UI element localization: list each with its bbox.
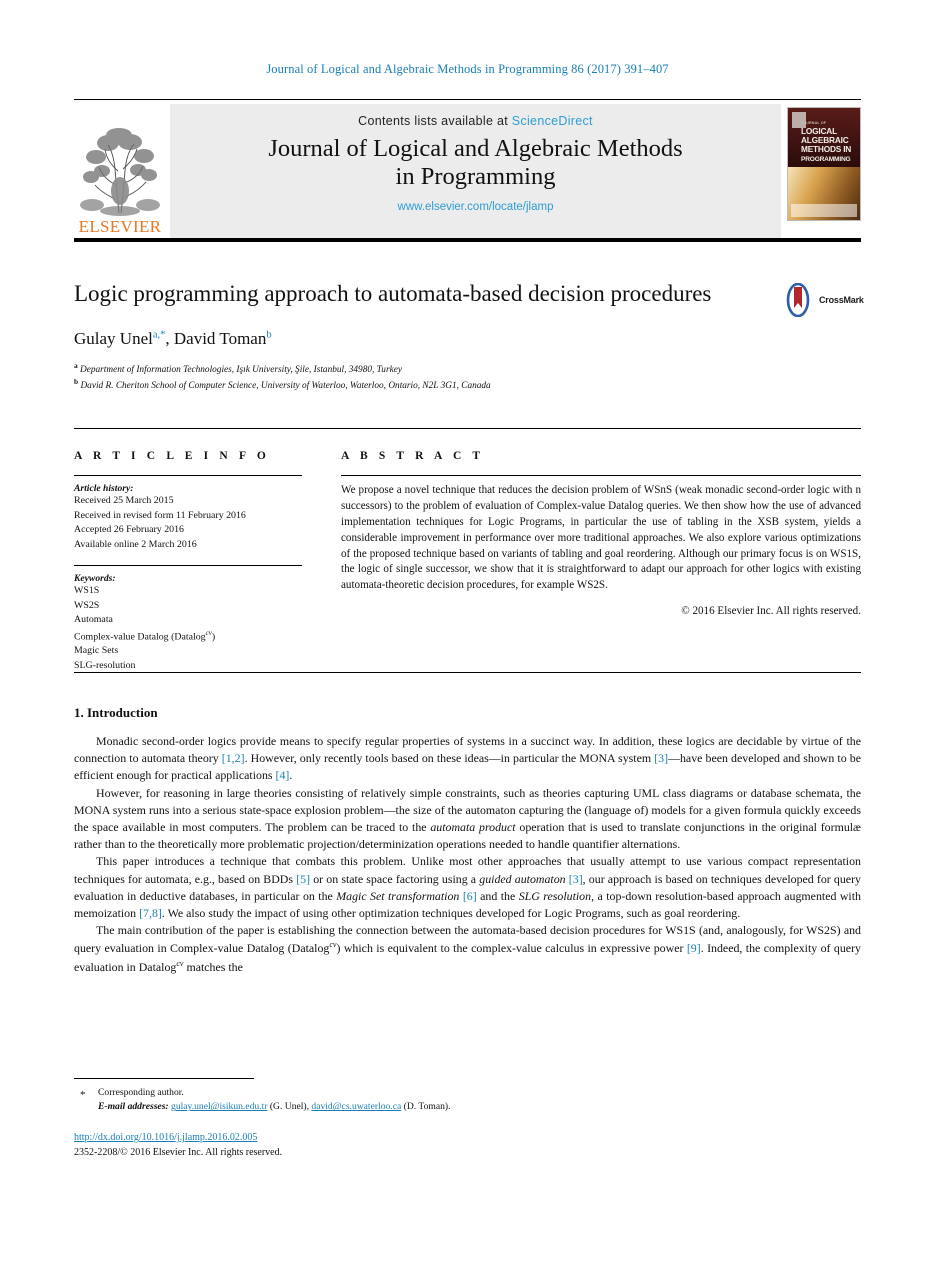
paragraph-text: matches the [183, 959, 243, 974]
paragraph-text: and the [476, 888, 519, 903]
keyword-item: WS2S [74, 599, 100, 611]
doi-block: http://dx.doi.org/10.1016/j.jlamp.2016.0… [74, 1130, 282, 1160]
crossmark-badge[interactable]: CrossMark [781, 283, 864, 317]
info-divider [74, 475, 302, 477]
keywords-label: Keywords: [74, 572, 116, 584]
corresponding-author-asterisk: * [80, 1089, 86, 1101]
email-owner: (G. Unel) [269, 1101, 307, 1113]
body-paragraph: This paper introduces a technique that c… [74, 853, 861, 922]
page-title: Logic programming approach to automata-b… [74, 281, 712, 306]
email-link[interactable]: gulay.unel@isikun.edu.tr [171, 1101, 267, 1112]
author-name: Gulay Unel [74, 328, 153, 348]
affiliation-mark: a [74, 360, 78, 370]
affiliation-list: a Department of Information Technologies… [74, 361, 774, 394]
article-history-item: Accepted 26 February 2016 [74, 524, 184, 536]
emphasis-text: automata product [430, 820, 516, 835]
cover-line-4: PROGRAMMING [801, 155, 851, 163]
abstract-divider [341, 475, 861, 477]
paragraph-text: . [289, 768, 293, 783]
paragraph-text: ) which is equivalent to the complex-val… [336, 941, 687, 956]
emphasis-text: guided automaton [479, 871, 566, 886]
footnote-block: * Corresponding author. E-mail addresses… [74, 1086, 774, 1115]
crossmark-icon [786, 283, 810, 317]
citation-link[interactable]: [4] [276, 768, 290, 782]
author-marks: b [266, 328, 272, 340]
masthead-bottom-rule [74, 238, 861, 242]
journal-masthead: ELSEVIER Contents lists available at Sci… [74, 99, 861, 238]
crossmark-label: CrossMark [819, 295, 864, 305]
citation-link[interactable]: [6] [463, 889, 477, 903]
affiliation-item: a Department of Information Technologies… [74, 361, 774, 377]
keyword-item: Automata [74, 614, 113, 626]
journal-url-link[interactable]: www.elsevier.com/locate/jlamp [398, 201, 554, 213]
author-name: David Toman [173, 328, 267, 348]
doi-link[interactable]: http://dx.doi.org/10.1016/j.jlamp.2016.0… [74, 1130, 282, 1145]
elsevier-wordmark: ELSEVIER [78, 217, 162, 236]
citation-link[interactable]: [1,2] [222, 751, 245, 765]
abstract-column: A B S T R A C T We propose a novel techn… [341, 450, 861, 617]
issn-copyright-line: 2352-2208/© 2016 Elsevier Inc. All right… [74, 1147, 283, 1158]
abstract-heading: A B S T R A C T [341, 450, 485, 462]
citation-link[interactable]: [7,8] [139, 906, 162, 920]
footnote-rule [74, 1078, 254, 1079]
body-paragraph: The main contribution of the paper is es… [74, 922, 861, 976]
article-info-heading: A R T I C L E I N F O [74, 450, 270, 462]
email-addresses-line: E-mail addresses: gulay.unel@isikun.edu.… [98, 1101, 451, 1113]
keyword-item: Complex-value Datalog (Datalogcv) [74, 628, 216, 642]
cover-line-3: METHODS IN [801, 143, 852, 154]
elsevier-tree-icon [80, 127, 160, 216]
cover-footer-band [791, 204, 857, 217]
email-owner: (D. Toman) [403, 1101, 449, 1113]
cover-title-text: JOURNAL OF LOGICAL ALGEBRAIC METHODS IN … [801, 121, 857, 163]
affiliation-mark: b [74, 376, 79, 386]
article-history-label: Article history: [74, 483, 134, 495]
author-marks: a,* [152, 328, 166, 340]
title-block: Logic programming approach to automata-b… [74, 280, 774, 393]
journal-cover-thumbnail[interactable]: JOURNAL OF LOGICAL ALGEBRAIC METHODS IN … [787, 107, 861, 221]
title-bottom-rule [74, 428, 861, 430]
masthead-center: Contents lists available at ScienceDirec… [170, 104, 781, 238]
article-history-item: Received in revised form 11 February 201… [74, 509, 246, 521]
corresponding-author-note: Corresponding author. [98, 1087, 184, 1098]
article-history-item: Received 25 March 2015 [74, 495, 174, 507]
body-paragraph: However, for reasoning in large theories… [74, 785, 861, 854]
author-list: Gulay Unela,*, David Tomanb [74, 328, 272, 348]
sciencedirect-link[interactable]: ScienceDirect [512, 114, 593, 128]
keyword-item: Magic Sets [74, 645, 119, 657]
paragraph-text: . We also study the impact of using othe… [161, 906, 741, 921]
article-info-column: A R T I C L E I N F O Article history: R… [74, 450, 302, 674]
section-heading-introduction: 1. Introduction [74, 705, 158, 720]
affiliation-text: David R. Cheriton School of Computer Sci… [80, 380, 491, 391]
affiliation-text: Department of Information Technologies, … [80, 364, 402, 375]
elsevier-logo: ELSEVIER [74, 104, 166, 238]
keyword-item: WS1S [74, 584, 100, 596]
abstract-bottom-rule [74, 672, 861, 674]
citation-link[interactable]: [9] [687, 941, 701, 955]
email-label: E-mail addresses: [98, 1101, 169, 1113]
running-head: Journal of Logical and Algebraic Methods… [266, 62, 669, 76]
contents-prefix: Contents lists available at [358, 114, 512, 128]
citation-link[interactable]: [3] [654, 751, 668, 765]
affiliation-item: b David R. Cheriton School of Computer S… [74, 377, 774, 393]
emphasis-text: Magic Set transformation [336, 888, 460, 903]
keywords-divider [74, 564, 302, 566]
article-history-item: Available online 2 March 2016 [74, 539, 197, 551]
abstract-copyright: © 2016 Elsevier Inc. All rights reserved… [681, 604, 861, 617]
contents-available-line: Contents lists available at ScienceDirec… [358, 114, 593, 128]
body-column: 1. Introduction Monadic second-order log… [74, 705, 861, 976]
abstract-text: We propose a novel technique that reduce… [341, 484, 861, 592]
paragraph-text: or on state space factoring using a [310, 871, 480, 886]
citation-link[interactable]: [3] [569, 872, 583, 886]
paper-page: Journal of Logical and Algebraic Methods… [0, 0, 935, 1266]
journal-title: Journal of Logical and Algebraic Methods… [268, 135, 683, 191]
citation-link[interactable]: [5] [296, 872, 310, 886]
email-link[interactable]: david@cs.uwaterloo.ca [311, 1101, 401, 1112]
body-paragraph: Monadic second-order logics provide mean… [74, 733, 861, 785]
emphasis-text: SLG resolution [518, 888, 592, 903]
keywords-block: Keywords: WS1S WS2S Automata Complex-val… [74, 573, 302, 674]
body-paragraphs: Monadic second-order logics provide mean… [74, 733, 861, 976]
paragraph-text: . However, only recently tools based on … [244, 751, 655, 766]
